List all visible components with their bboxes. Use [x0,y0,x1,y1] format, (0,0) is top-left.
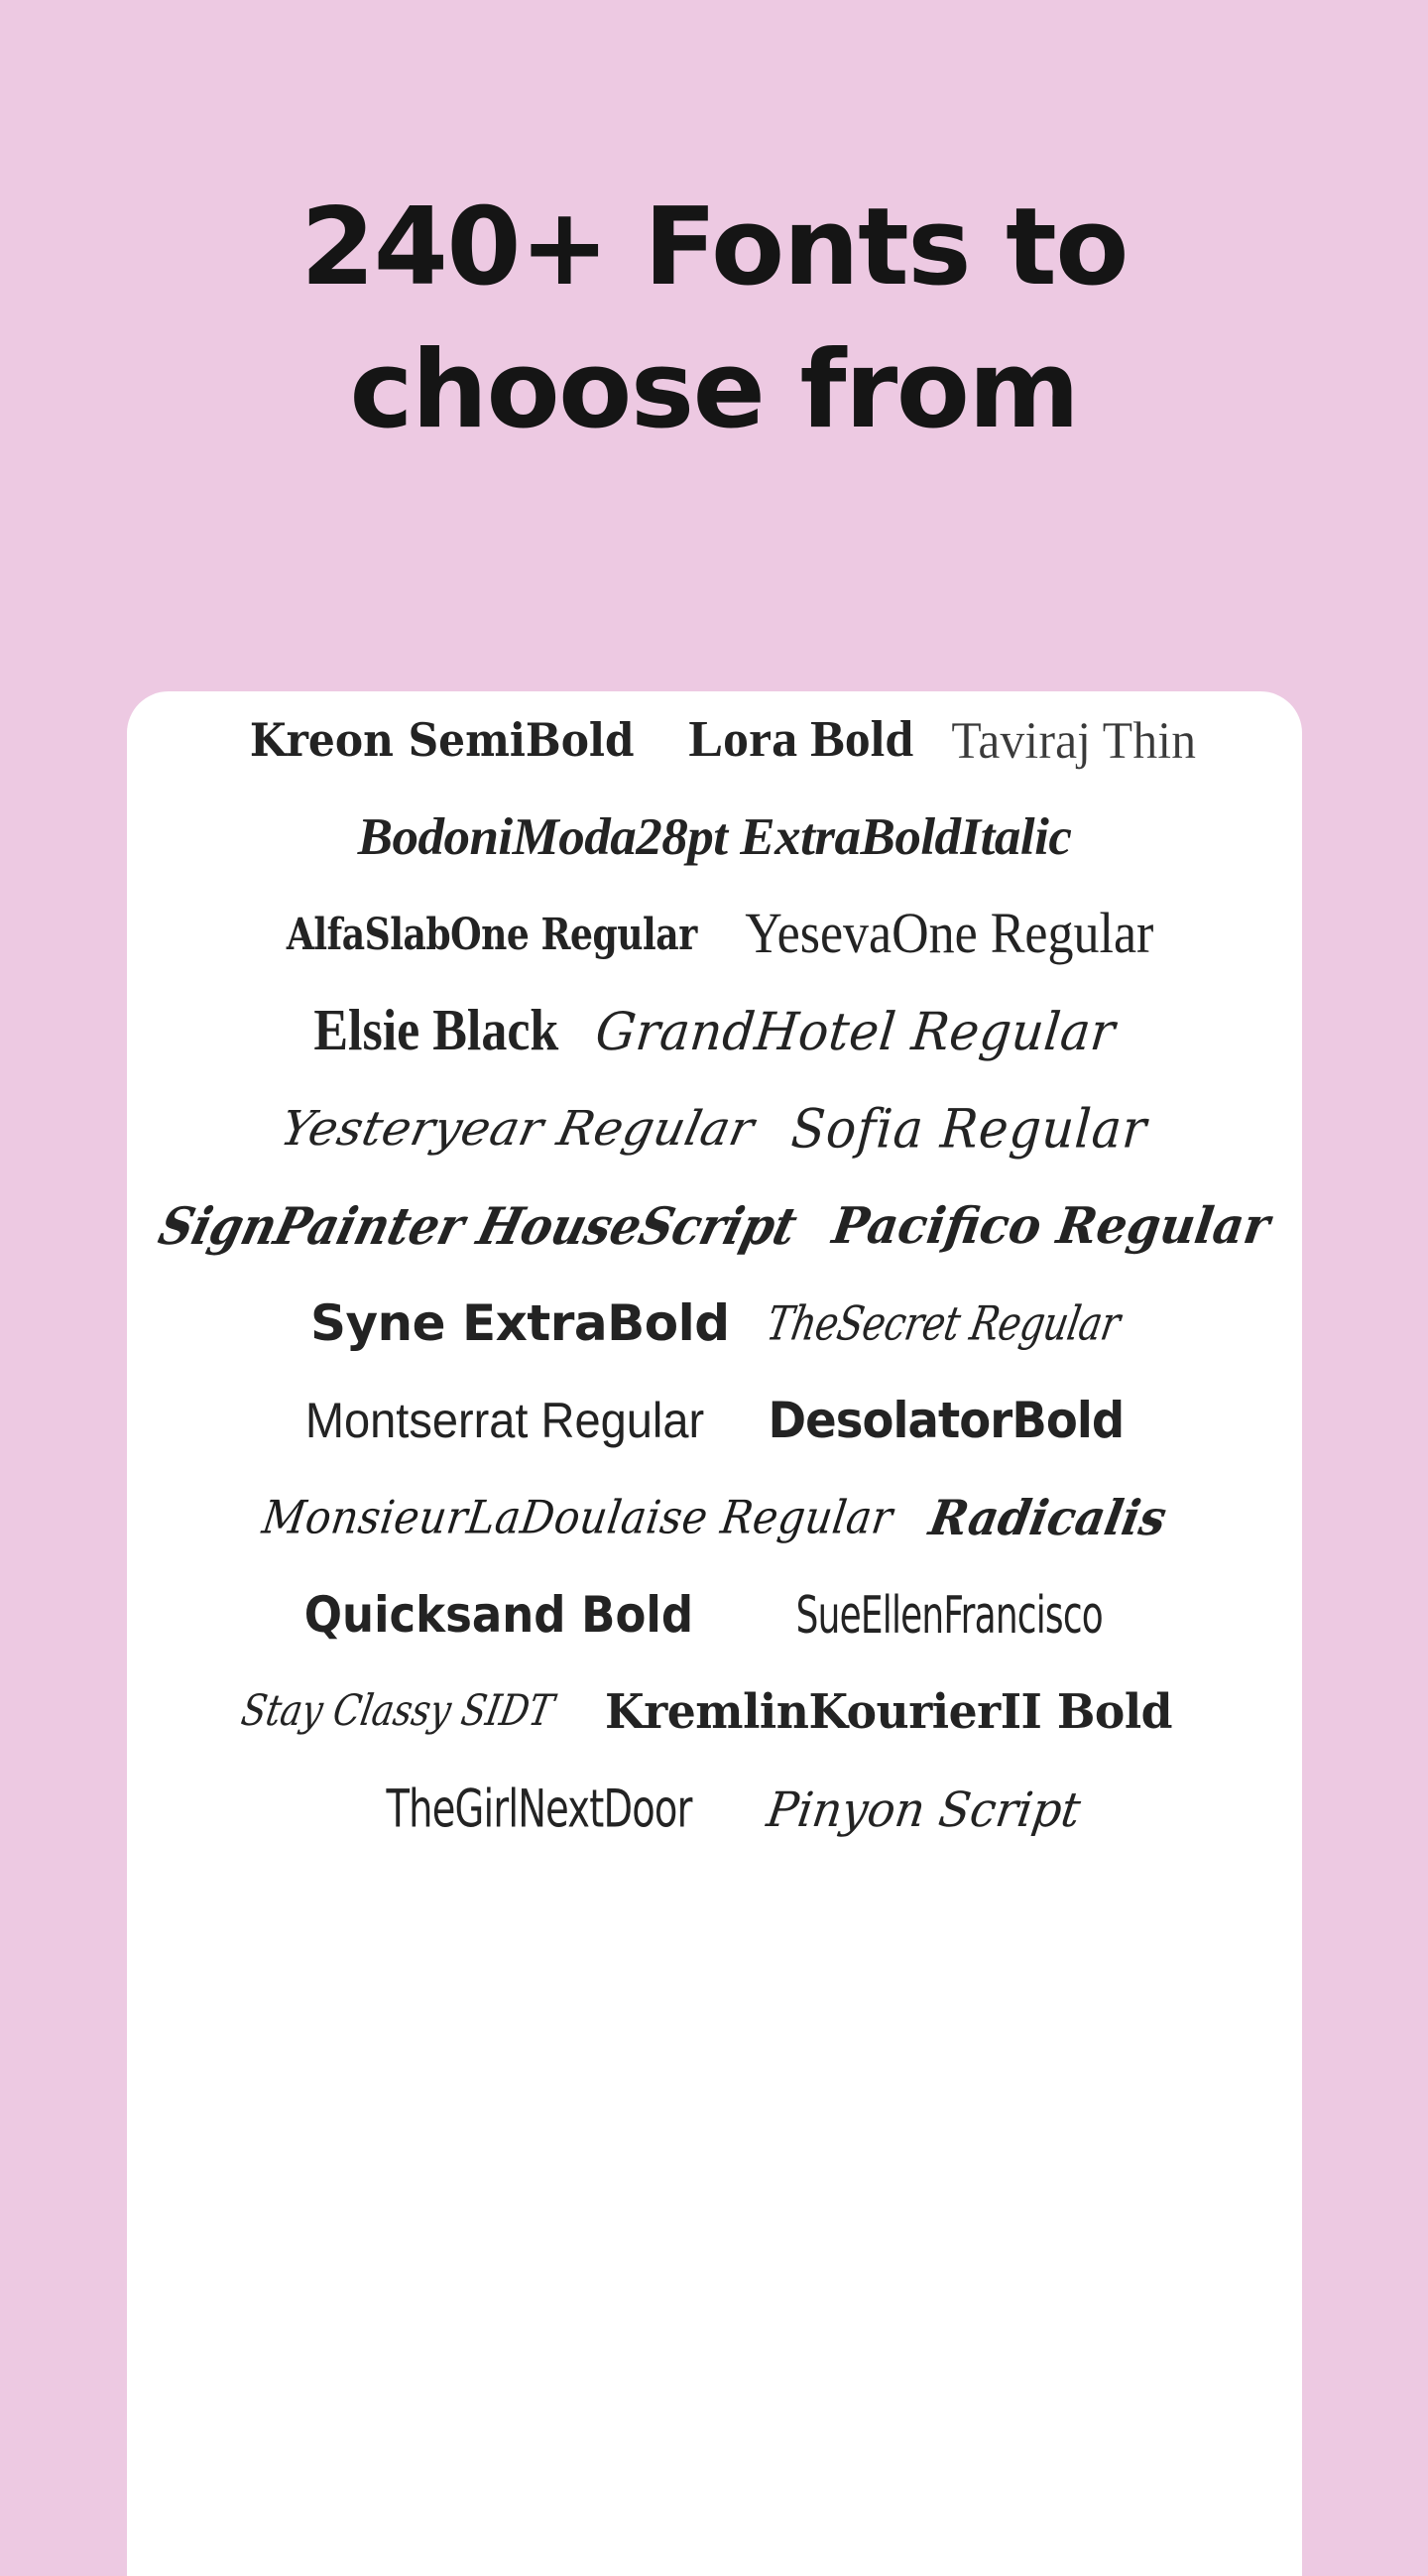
font-sample-item[interactable]: SignPainter HouseScript [153,1196,802,1256]
font-sample-item[interactable]: KremlinKourierII Bold [605,1688,1173,1736]
font-sample-row: AlfaSlabOne Regular YesevaOne Regular [127,886,1302,983]
font-sample-item[interactable]: Sofia Regular [789,1098,1149,1161]
font-sample-item[interactable]: BodoniModa28pt ExtraBoldItalic [358,810,1072,864]
hero-section: 240+ Fonts to choose from [0,177,1428,461]
font-sample-list: Kreon SemiBold Lora Bold Taviraj Thin Bodon… [127,691,1302,1858]
font-sample-row: Syne ExtraBold TheSecret Regular [127,1275,1302,1372]
font-sample-row: Montserrat Regular DesolatorBold [127,1372,1302,1469]
font-sample-row: Yesteryear Regular Sofia Regular [127,1080,1302,1177]
font-sample-item[interactable]: Yesteryear Regular [276,1101,760,1157]
font-sample-item[interactable]: Stay Classy SIDT [238,1687,557,1736]
font-sample-item[interactable]: Pinyon Script [765,1781,1085,1838]
font-sample-row: MonsieurLaDoulaise Regular Radicalis [127,1469,1302,1566]
font-sample-item[interactable]: Quicksand Bold [304,1590,693,1640]
fonts-preview-card: Kreon SemiBold Lora Bold Taviraj Thin Bodon… [127,691,1302,2576]
font-sample-item[interactable]: TheSecret Regular [763,1296,1124,1351]
font-sample-row: BodoniModa28pt ExtraBoldItalic [127,789,1302,886]
font-sample-row: Quicksand Bold SueEllenFrancisco [127,1566,1302,1663]
font-sample-row: Stay Classy SIDT KremlinKourierII Bold [127,1663,1302,1761]
font-sample-item[interactable]: Lora Bold [688,714,913,766]
font-sample-item[interactable]: Radicalis [925,1489,1170,1545]
font-sample-item[interactable]: Elsie Black [313,1002,558,1060]
font-sample-item[interactable]: AlfaSlabOne Regular [287,913,697,956]
page-title: 240+ Fonts to choose from [300,185,1129,452]
font-sample-item[interactable]: Pacifico Regular [829,1197,1273,1256]
font-sample-item[interactable]: SueEllenFrancisco [796,1589,1104,1641]
font-sample-item[interactable]: Taviraj Thin [951,713,1196,766]
font-sample-item[interactable]: GrandHotel Regular [593,1002,1119,1062]
font-sample-item[interactable]: Kreon SemiBold [250,717,635,763]
font-sample-row: Kreon SemiBold Lora Bold Taviraj Thin [127,691,1302,789]
font-sample-item[interactable]: YesevaOne Regular [745,905,1153,963]
font-sample-row: Elsie Black GrandHotel Regular [127,983,1302,1080]
font-sample-row: SignPainter HouseScript Pacifico Regular [127,1177,1302,1275]
font-sample-item[interactable]: Montserrat Regular [304,1396,703,1445]
font-sample-item[interactable]: MonsieurLaDoulaise Regular [260,1491,896,1544]
font-sample-row: TheGirlNextDoor Pinyon Script [127,1761,1302,1858]
font-sample-item[interactable]: TheGirlNextDoor [387,1783,693,1836]
font-sample-item[interactable]: DesolatorBold [768,1396,1125,1445]
font-sample-item[interactable]: Syne ExtraBold [310,1298,730,1348]
